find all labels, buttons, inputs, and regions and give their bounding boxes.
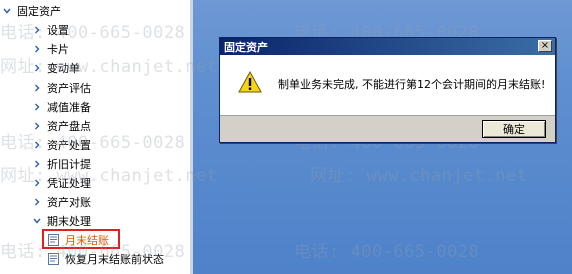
chevron-right-icon (32, 102, 42, 112)
sidebar-item-cards[interactable]: 卡片 (32, 39, 69, 58)
sidebar-item-period-end[interactable]: 期末处理 (32, 211, 91, 230)
sidebar-item-label: 设置 (47, 23, 69, 37)
sidebar-item-reconciliation[interactable]: 资产对账 (32, 192, 91, 211)
sidebar-item-asset-evaluation[interactable]: 资产评估 (32, 78, 91, 97)
sidebar-item-settings[interactable]: 设置 (32, 20, 69, 39)
chevron-right-icon (32, 140, 42, 150)
alert-dialog: 固定资产 × 制单业务未完成, 不能进行第12个会计期间的月末结账! 确定 (219, 37, 556, 143)
sidebar-item-label: 变动单 (47, 61, 80, 75)
sidebar-item-inventory[interactable]: 资产盘点 (32, 116, 91, 135)
sidebar-tree: 固定资产 设置 卡片 变动单 资产评估 减值准备 资产盘点 资产处置 折旧计提 … (0, 0, 193, 274)
highlight-box (42, 229, 120, 249)
sidebar-item-depreciation[interactable]: 折旧计提 (32, 154, 91, 173)
sidebar-item-label: 折旧计提 (47, 157, 91, 171)
app-window: 固定资产 设置 卡片 变动单 资产评估 减值准备 资产盘点 资产处置 折旧计提 … (0, 0, 572, 274)
close-icon[interactable]: × (538, 40, 552, 52)
tree-root-label: 固定资产 (17, 4, 61, 18)
sidebar-item-disposal[interactable]: 资产处置 (32, 135, 91, 154)
sidebar-subitem-restore-state[interactable]: 恢复月末结账前状态 (48, 249, 164, 268)
ok-button[interactable]: 确定 (482, 120, 546, 138)
chevron-right-icon (32, 63, 42, 73)
chevron-right-icon (32, 197, 42, 207)
chevron-right-icon (32, 83, 42, 93)
sidebar-item-label: 凭证处理 (47, 176, 91, 190)
sidebar-item-label: 资产处置 (47, 138, 91, 152)
sidebar-item-label: 减值准备 (47, 100, 91, 114)
document-icon (48, 252, 59, 265)
sidebar-item-label: 资产评估 (47, 81, 91, 95)
sidebar-subitem-label: 恢复月末结账前状态 (65, 252, 164, 266)
tree-root-fixed-assets[interactable]: 固定资产 (2, 1, 61, 20)
dialog-title-bar[interactable]: 固定资产 (220, 38, 555, 55)
chevron-right-icon (32, 25, 42, 35)
chevron-down-icon[interactable] (2, 6, 12, 16)
chevron-right-icon (32, 159, 42, 169)
sidebar-item-change-list[interactable]: 变动单 (32, 58, 80, 77)
dialog-body: 制单业务未完成, 不能进行第12个会计期间的月末结账! (220, 55, 555, 115)
dialog-message: 制单业务未完成, 不能进行第12个会计期间的月末结账! (278, 78, 546, 91)
chevron-right-icon (32, 44, 42, 54)
chevron-right-icon (32, 121, 42, 131)
sidebar-item-impairment[interactable]: 减值准备 (32, 97, 91, 116)
chevron-down-icon (32, 216, 42, 226)
chevron-right-icon (32, 178, 42, 188)
sidebar-item-label: 资产对账 (47, 195, 91, 209)
sidebar-item-voucher[interactable]: 凭证处理 (32, 173, 91, 192)
warning-icon (238, 70, 262, 93)
sidebar-item-label: 资产盘点 (47, 119, 91, 133)
sidebar-item-label: 卡片 (47, 42, 69, 56)
dialog-footer: 确定 (220, 115, 555, 142)
dialog-title: 固定资产 (224, 40, 268, 54)
sidebar-item-label: 期末处理 (47, 214, 91, 228)
